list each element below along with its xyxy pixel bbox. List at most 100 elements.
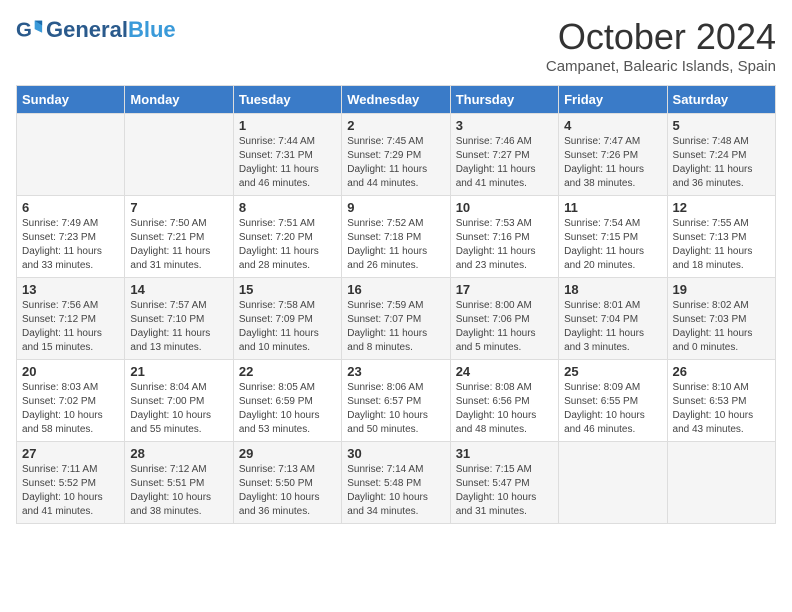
cell-content: Sunrise: 8:02 AM Sunset: 7:03 PM Dayligh… <box>673 299 770 355</box>
calendar-cell: 20Sunrise: 8:03 AM Sunset: 7:02 PM Dayli… <box>17 360 125 442</box>
logo-blue: Blue <box>128 19 176 41</box>
cell-content: Sunrise: 8:10 AM Sunset: 6:53 PM Dayligh… <box>673 381 770 437</box>
week-row-3: 13 Sunrise: 7:56 AM Sunset: 7:12 PM Dayli… <box>17 278 776 360</box>
header: G GeneralBlue October 2024 Campanet, Bal… <box>16 16 776 75</box>
cell-content: Sunrise: 7:52 AM Sunset: 7:18 PM Dayligh… <box>347 217 444 273</box>
cell-content: Sunrise: 7:45 AM Sunset: 7:29 PM Dayligh… <box>347 135 444 191</box>
calendar-cell: 21 Sunrise: 8:04 AM Sunset: 7:00 PM Dayli… <box>125 360 233 442</box>
logo: G GeneralBlue <box>16 16 176 44</box>
header-wednesday: Wednesday <box>342 86 450 114</box>
calendar-cell: 24 Sunrise: 8:08 AM Sunset: 6:56 PM Dayli… <box>450 360 558 442</box>
cell-content: Sunrise: 7:47 AM Sunset: 7:26 PM Dayligh… <box>564 135 661 191</box>
calendar-table: SundayMondayTuesdayWednesdayThursdayFrid… <box>16 85 776 524</box>
cell-content: Sunrise: 7:57 AM Sunset: 7:10 PM Dayligh… <box>130 299 227 355</box>
day-number: 13 <box>22 282 119 297</box>
day-number: 31 <box>456 446 553 461</box>
cell-content: Sunrise: 7:55 AM Sunset: 7:13 PM Dayligh… <box>673 217 770 273</box>
cell-content: Sunrise: 7:44 AM Sunset: 7:31 PM Dayligh… <box>239 135 336 191</box>
cell-content: Sunrise: 7:48 AM Sunset: 7:24 PM Dayligh… <box>673 135 770 191</box>
day-number: 21 <box>130 364 227 379</box>
day-number: 23 <box>347 364 444 379</box>
calendar-cell: 29 Sunrise: 7:13 AM Sunset: 5:50 PM Dayli… <box>233 442 341 524</box>
title-area: October 2024 Campanet, Balearic Islands,… <box>546 16 776 75</box>
calendar-cell: 22 Sunrise: 8:05 AM Sunset: 6:59 PM Dayli… <box>233 360 341 442</box>
cell-content: Sunrise: 8:04 AM Sunset: 7:00 PM Dayligh… <box>130 381 227 437</box>
cell-content: Sunrise: 7:49 AM Sunset: 7:23 PM Dayligh… <box>22 217 119 273</box>
calendar-cell: 7Sunrise: 7:50 AM Sunset: 7:21 PM Daylig… <box>125 196 233 278</box>
week-row-1: 1 Sunrise: 7:44 AM Sunset: 7:31 PM Daylig… <box>17 114 776 196</box>
calendar-cell: 26 Sunrise: 8:10 AM Sunset: 6:53 PM Dayli… <box>667 360 775 442</box>
day-number: 22 <box>239 364 336 379</box>
day-number: 17 <box>456 282 553 297</box>
day-number: 18 <box>564 282 661 297</box>
calendar-cell: 23 Sunrise: 8:06 AM Sunset: 6:57 PM Dayli… <box>342 360 450 442</box>
day-number: 4 <box>564 118 661 133</box>
day-number: 10 <box>456 200 553 215</box>
cell-content: Sunrise: 8:09 AM Sunset: 6:55 PM Dayligh… <box>564 381 661 437</box>
calendar-cell: 31 Sunrise: 7:15 AM Sunset: 5:47 PM Dayli… <box>450 442 558 524</box>
cell-content: Sunrise: 8:01 AM Sunset: 7:04 PM Dayligh… <box>564 299 661 355</box>
cell-content: Sunrise: 7:53 AM Sunset: 7:16 PM Dayligh… <box>456 217 553 273</box>
calendar-cell: 17Sunrise: 8:00 AM Sunset: 7:06 PM Dayli… <box>450 278 558 360</box>
calendar-cell: 12 Sunrise: 7:55 AM Sunset: 7:13 PM Dayli… <box>667 196 775 278</box>
calendar-cell: 19 Sunrise: 8:02 AM Sunset: 7:03 PM Dayli… <box>667 278 775 360</box>
calendar-cell: 16 Sunrise: 7:59 AM Sunset: 7:07 PM Dayli… <box>342 278 450 360</box>
day-number: 7 <box>130 200 227 215</box>
calendar-cell: 11Sunrise: 7:54 AM Sunset: 7:15 PM Dayli… <box>559 196 667 278</box>
day-number: 15 <box>239 282 336 297</box>
calendar-cell <box>125 114 233 196</box>
calendar-cell: 15 Sunrise: 7:58 AM Sunset: 7:09 PM Dayli… <box>233 278 341 360</box>
cell-content: Sunrise: 8:06 AM Sunset: 6:57 PM Dayligh… <box>347 381 444 437</box>
cell-content: Sunrise: 7:15 AM Sunset: 5:47 PM Dayligh… <box>456 463 553 519</box>
header-friday: Friday <box>559 86 667 114</box>
day-number: 14 <box>130 282 227 297</box>
calendar-cell <box>559 442 667 524</box>
calendar-header-row: SundayMondayTuesdayWednesdayThursdayFrid… <box>17 86 776 114</box>
cell-content: Sunrise: 7:14 AM Sunset: 5:48 PM Dayligh… <box>347 463 444 519</box>
day-number: 27 <box>22 446 119 461</box>
day-number: 1 <box>239 118 336 133</box>
calendar-cell: 8Sunrise: 7:51 AM Sunset: 7:20 PM Daylig… <box>233 196 341 278</box>
svg-text:G: G <box>16 19 32 42</box>
cell-content: Sunrise: 7:12 AM Sunset: 5:51 PM Dayligh… <box>130 463 227 519</box>
day-number: 3 <box>456 118 553 133</box>
header-tuesday: Tuesday <box>233 86 341 114</box>
calendar-cell: 5 Sunrise: 7:48 AM Sunset: 7:24 PM Daylig… <box>667 114 775 196</box>
header-thursday: Thursday <box>450 86 558 114</box>
day-number: 6 <box>22 200 119 215</box>
header-monday: Monday <box>125 86 233 114</box>
logo-icon: G <box>16 16 44 44</box>
logo-general: General <box>46 19 128 41</box>
week-row-5: 27Sunrise: 7:11 AM Sunset: 5:52 PM Dayli… <box>17 442 776 524</box>
day-number: 26 <box>673 364 770 379</box>
cell-content: Sunrise: 7:56 AM Sunset: 7:12 PM Dayligh… <box>22 299 119 355</box>
calendar-cell: 4 Sunrise: 7:47 AM Sunset: 7:26 PM Daylig… <box>559 114 667 196</box>
day-number: 29 <box>239 446 336 461</box>
calendar-cell: 2 Sunrise: 7:45 AM Sunset: 7:29 PM Daylig… <box>342 114 450 196</box>
calendar-cell <box>17 114 125 196</box>
header-sunday: Sunday <box>17 86 125 114</box>
calendar-cell: 10 Sunrise: 7:53 AM Sunset: 7:16 PM Dayli… <box>450 196 558 278</box>
day-number: 12 <box>673 200 770 215</box>
day-number: 25 <box>564 364 661 379</box>
calendar-cell: 27Sunrise: 7:11 AM Sunset: 5:52 PM Dayli… <box>17 442 125 524</box>
cell-content: Sunrise: 7:59 AM Sunset: 7:07 PM Dayligh… <box>347 299 444 355</box>
header-saturday: Saturday <box>667 86 775 114</box>
cell-content: Sunrise: 8:05 AM Sunset: 6:59 PM Dayligh… <box>239 381 336 437</box>
location: Campanet, Balearic Islands, Spain <box>546 58 776 75</box>
cell-content: Sunrise: 7:13 AM Sunset: 5:50 PM Dayligh… <box>239 463 336 519</box>
cell-content: Sunrise: 7:46 AM Sunset: 7:27 PM Dayligh… <box>456 135 553 191</box>
day-number: 16 <box>347 282 444 297</box>
cell-content: Sunrise: 8:08 AM Sunset: 6:56 PM Dayligh… <box>456 381 553 437</box>
calendar-cell: 30Sunrise: 7:14 AM Sunset: 5:48 PM Dayli… <box>342 442 450 524</box>
calendar-cell: 13 Sunrise: 7:56 AM Sunset: 7:12 PM Dayli… <box>17 278 125 360</box>
day-number: 2 <box>347 118 444 133</box>
cell-content: Sunrise: 7:51 AM Sunset: 7:20 PM Dayligh… <box>239 217 336 273</box>
day-number: 5 <box>673 118 770 133</box>
week-row-2: 6 Sunrise: 7:49 AM Sunset: 7:23 PM Daylig… <box>17 196 776 278</box>
calendar-cell: 3 Sunrise: 7:46 AM Sunset: 7:27 PM Daylig… <box>450 114 558 196</box>
day-number: 19 <box>673 282 770 297</box>
cell-content: Sunrise: 7:58 AM Sunset: 7:09 PM Dayligh… <box>239 299 336 355</box>
day-number: 24 <box>456 364 553 379</box>
day-number: 11 <box>564 200 661 215</box>
